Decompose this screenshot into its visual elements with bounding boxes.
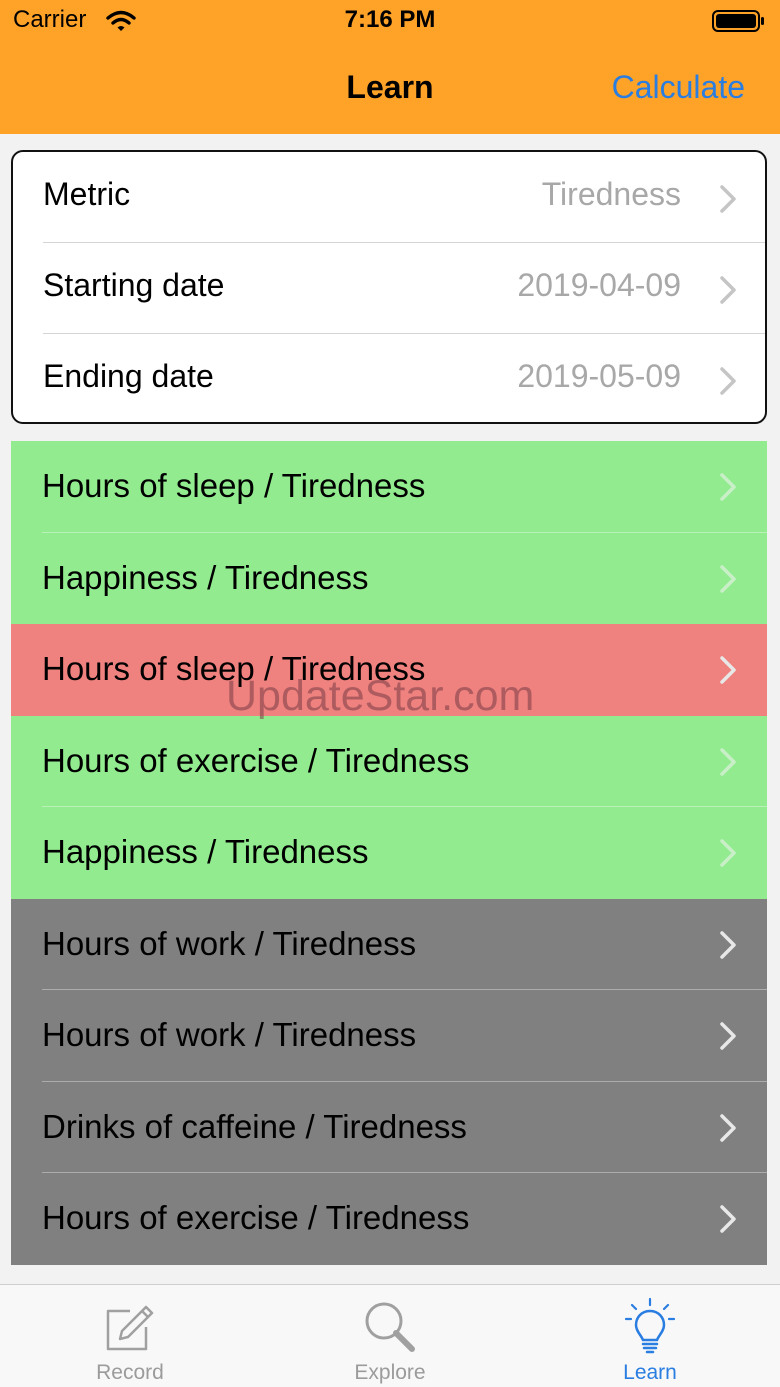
result-row[interactable]: Drinks of caffeine / Tiredness [11, 1081, 767, 1173]
result-label: Hours of work / Tiredness [42, 924, 417, 962]
header: Carrier 7:16 PM Learn Calculate [0, 0, 780, 134]
magnifier-icon [365, 1302, 415, 1352]
tab-bar: Record Explore Learn [0, 1284, 780, 1387]
result-label: Happiness / Tiredness [42, 558, 369, 596]
chevron-right-icon [720, 747, 736, 776]
tab-label: Explore [354, 1361, 426, 1384]
chevron-right-icon [720, 473, 736, 501]
result-row[interactable]: Happiness / Tiredness [11, 807, 767, 899]
status-bar: Carrier 7:16 PM [0, 0, 780, 44]
starting-date-label: Starting date [43, 267, 225, 303]
chevron-right-icon [720, 276, 736, 304]
result-row[interactable]: Hours of exercise / Tiredness [11, 715, 767, 807]
result-row[interactable]: Happiness / Tiredness [11, 532, 767, 624]
pencil-square-icon [106, 1305, 154, 1351]
result-row[interactable]: Hours of sleep / Tiredness [11, 624, 767, 716]
tab-label: Learn [623, 1361, 677, 1384]
clock: 7:16 PM [344, 6, 436, 33]
nav-bar: Learn Calculate [0, 44, 780, 134]
result-label: Drinks of caffeine / Tiredness [42, 1107, 467, 1145]
chevron-right-icon [720, 930, 736, 959]
battery-icon [712, 10, 764, 32]
result-label: Hours of exercise / Tiredness [42, 1199, 470, 1236]
chevron-right-icon [720, 367, 736, 395]
metric-row[interactable]: Metric Tiredness [13, 152, 765, 243]
result-label: Hours of sleep / Tiredness [42, 650, 426, 687]
tab-explore[interactable]: Explore [260, 1285, 520, 1387]
tab-learn[interactable]: Learn [520, 1285, 780, 1387]
result-label: Hours of sleep / Tiredness [42, 467, 426, 504]
ending-date-value: 2019-05-09 [517, 358, 681, 394]
starting-date-value: 2019-04-09 [517, 267, 681, 303]
chevron-right-icon [720, 185, 736, 213]
result-label: Hours of work / Tiredness [42, 1016, 417, 1053]
learn-screen: Carrier 7:16 PM Learn Calculate Metric T… [0, 0, 780, 1387]
chevron-right-icon [720, 1205, 736, 1233]
lightbulb-icon [624, 1297, 676, 1354]
chevron-right-icon [720, 1022, 736, 1050]
result-row[interactable]: Hours of exercise / Tiredness [11, 1173, 767, 1265]
metric-value: Tiredness [541, 176, 681, 212]
ending-date-row[interactable]: Ending date 2019-05-09 [13, 334, 765, 422]
result-row[interactable]: Hours of sleep / Tiredness [11, 441, 767, 533]
chevron-right-icon [720, 564, 736, 593]
chevron-right-icon [720, 656, 736, 684]
result-label: Hours of exercise / Tiredness [42, 741, 470, 779]
results-list: Hours of sleep / Tiredness Happiness / T… [11, 441, 767, 1267]
chevron-right-icon [720, 1113, 736, 1142]
settings-card: Metric Tiredness Starting date 2019-04-0… [11, 150, 767, 424]
result-row[interactable]: Hours of work / Tiredness [11, 898, 767, 990]
starting-date-row[interactable]: Starting date 2019-04-09 [13, 243, 765, 334]
ending-date-label: Ending date [43, 358, 214, 394]
metric-label: Metric [43, 176, 131, 212]
tab-label: Record [96, 1361, 164, 1384]
result-label: Happiness / Tiredness [42, 833, 369, 870]
result-row[interactable]: Hours of work / Tiredness [11, 990, 767, 1082]
calculate-button[interactable]: Calculate [612, 69, 745, 106]
chevron-right-icon [720, 839, 736, 867]
tab-record[interactable]: Record [0, 1285, 260, 1387]
